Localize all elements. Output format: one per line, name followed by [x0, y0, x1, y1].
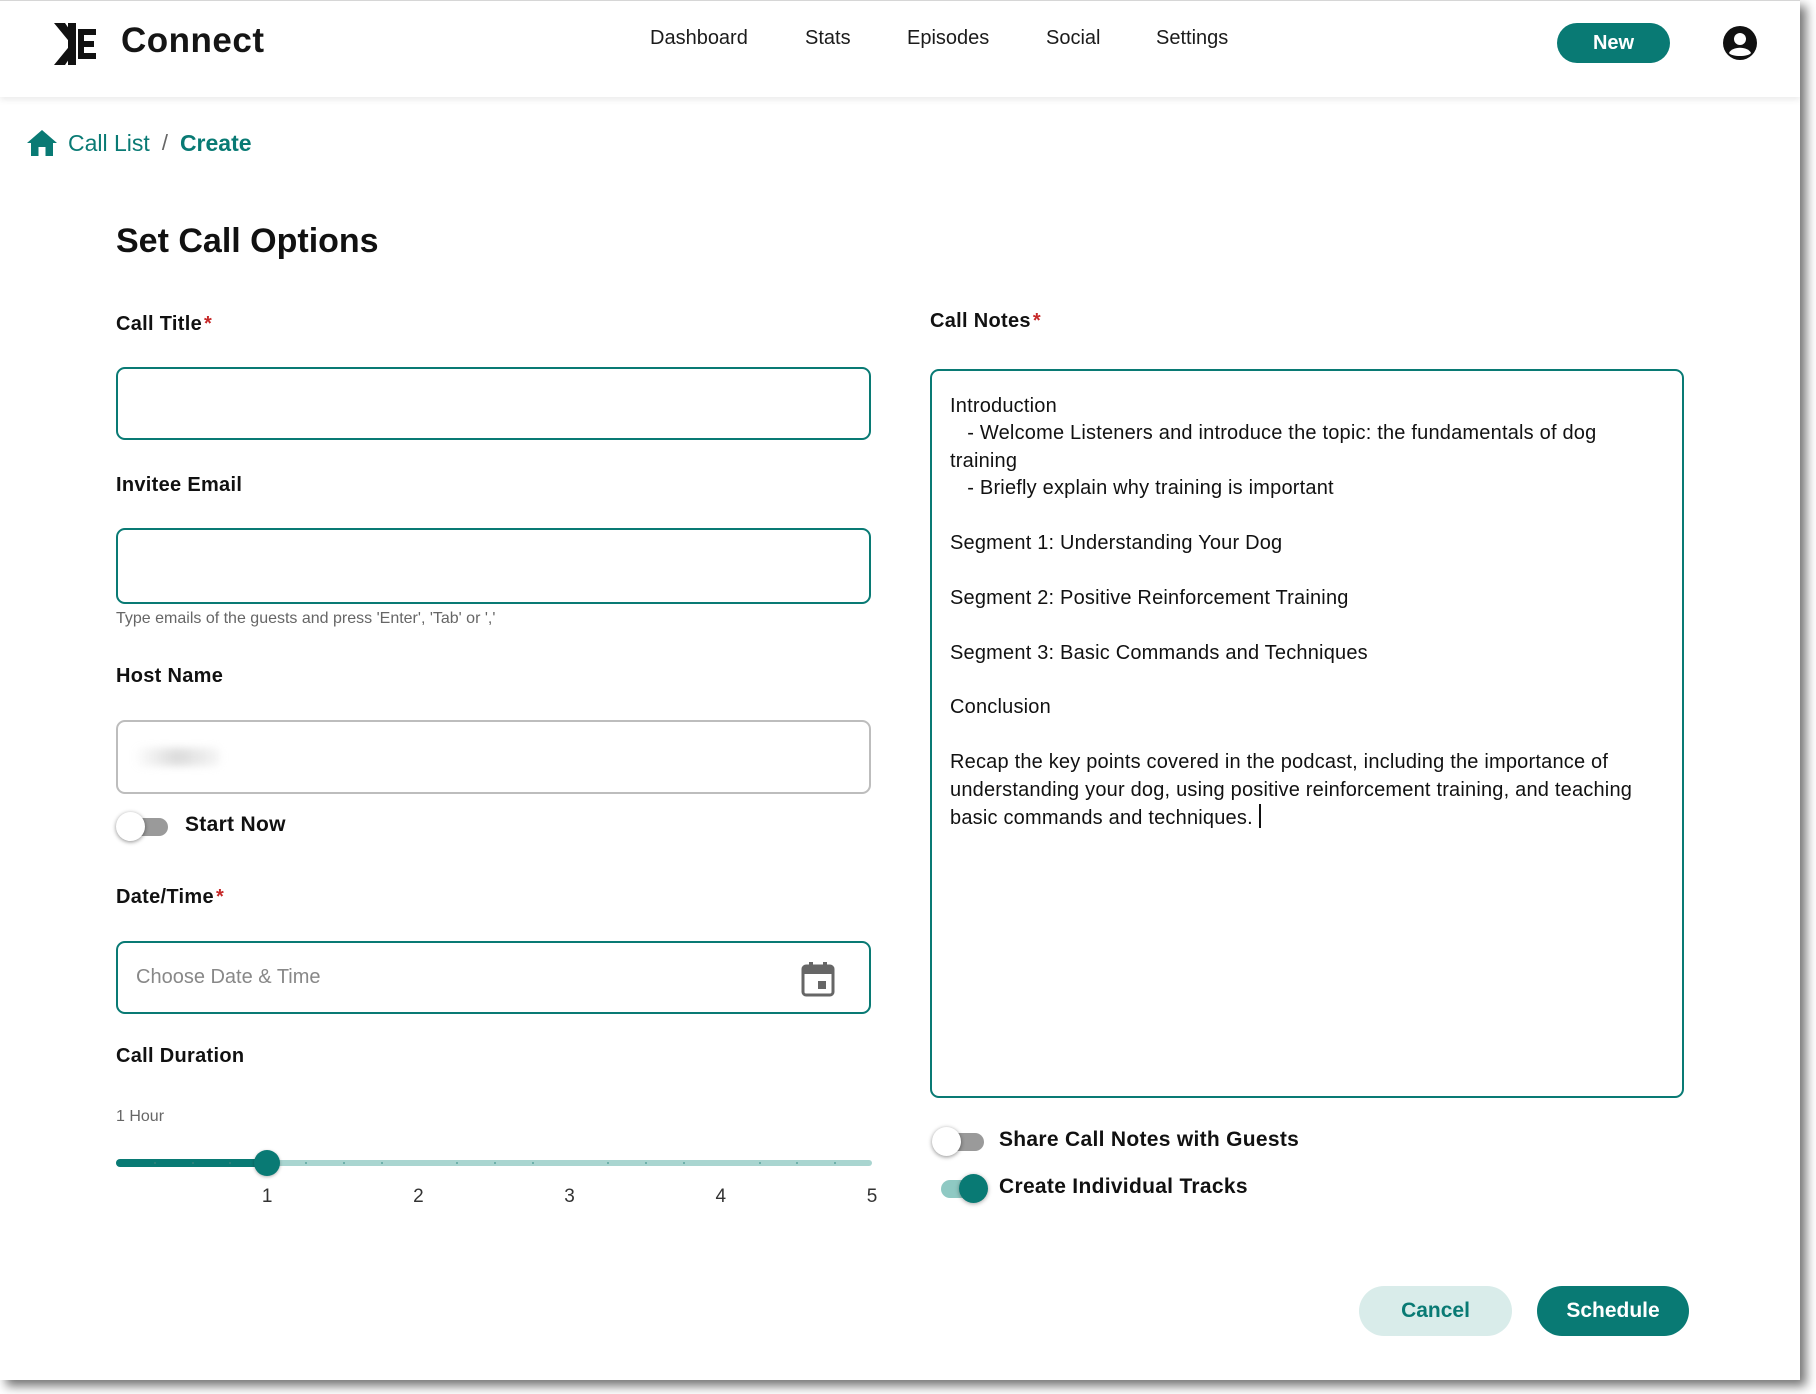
app-window: Connect Dashboard Stats Episodes Social … [0, 0, 1800, 1380]
invitee-email-input[interactable] [118, 530, 869, 602]
slider-step-dot [683, 1162, 685, 1164]
slider-tick-label: 5 [866, 1186, 878, 1207]
individual-tracks-toggle[interactable] [935, 1174, 989, 1204]
breadcrumb-call-list-link[interactable]: Call List [68, 130, 150, 157]
date-time-field[interactable] [116, 941, 871, 1014]
top-navigation-bar: Connect Dashboard Stats Episodes Social … [0, 0, 1800, 97]
toggle-knob [959, 1174, 988, 1203]
slider-tick-label: 3 [564, 1186, 575, 1207]
new-button[interactable]: New [1557, 23, 1670, 63]
required-mark: * [1032, 310, 1041, 332]
share-call-notes-label: Share Call Notes with Guests [999, 1128, 1300, 1151]
breadcrumb-current: Create [179, 129, 252, 156]
call-title-input[interactable] [118, 369, 869, 438]
text-cursor [1258, 804, 1261, 829]
call-duration-label: Call Duration [116, 1045, 245, 1067]
date-time-label-text: Date/Time [116, 886, 214, 908]
call-notes-label: Call Notes * [930, 310, 1041, 333]
page-title: Set Call Options [116, 222, 379, 260]
call-title-label: Call Title * [116, 313, 212, 336]
call-notes-label-text: Call Notes [930, 310, 1031, 332]
breadcrumb: Call List / Create [26, 125, 252, 161]
nav-settings[interactable]: Settings [1156, 27, 1228, 50]
required-mark: * [204, 313, 213, 335]
host-name-field[interactable] [116, 720, 871, 794]
slider-tick-label: 2 [413, 1186, 424, 1207]
nav-episodes[interactable]: Episodes [907, 27, 989, 50]
date-time-label: Date/Time * [116, 886, 224, 909]
slider-step-dot [796, 1162, 799, 1164]
slider-tick-label: 4 [715, 1186, 727, 1207]
call-title-field[interactable] [116, 367, 871, 440]
calendar-icon[interactable] [801, 961, 835, 997]
share-call-notes-toggle[interactable] [932, 1127, 986, 1157]
date-time-input[interactable] [118, 943, 869, 1012]
account-circle-icon[interactable] [1722, 25, 1758, 61]
slider-thumb[interactable] [254, 1150, 281, 1176]
invitee-email-field[interactable] [116, 528, 871, 604]
slider-step-dot [191, 1162, 194, 1164]
invitee-email-helper: Type emails of the guests and press 'Ent… [116, 610, 496, 627]
slider-step-dot [456, 1162, 459, 1164]
toggle-knob [116, 812, 145, 841]
nav-stats[interactable]: Stats [805, 27, 851, 50]
toggle-knob [932, 1127, 961, 1156]
required-mark: * [215, 886, 225, 908]
nav-social[interactable]: Social [1046, 27, 1100, 50]
start-now-toggle[interactable] [116, 812, 170, 842]
slider-tick-label: 1 [261, 1186, 273, 1207]
slider-step-dot [153, 1162, 156, 1164]
call-title-label-text: Call Title [116, 313, 202, 335]
connect-logo-icon[interactable] [50, 19, 100, 69]
slider-step-dot [342, 1162, 345, 1164]
home-icon[interactable] [26, 128, 58, 158]
host-name-label: Host Name [116, 665, 224, 687]
cancel-button[interactable]: Cancel [1359, 1286, 1512, 1336]
call-notes-textarea[interactable]: Introduction - Welcome Listeners and int… [930, 369, 1684, 1098]
schedule-button[interactable]: Schedule [1537, 1286, 1689, 1336]
brand-name[interactable]: Connect [121, 21, 265, 61]
nav-dashboard[interactable]: Dashboard [650, 27, 748, 50]
call-notes-text: Introduction - Welcome Listeners and int… [950, 395, 1633, 830]
call-notes-content: Introduction - Welcome Listeners and int… [950, 393, 1666, 833]
slider-step-dot [305, 1162, 307, 1164]
slider-step-dot [380, 1162, 383, 1164]
host-name-redacted-value [134, 748, 220, 766]
start-now-label: Start Now [185, 813, 286, 836]
slider-step-dot [229, 1162, 232, 1164]
call-duration-slider[interactable] [116, 1148, 872, 1178]
slider-step-dot [758, 1162, 761, 1164]
breadcrumb-separator: / [161, 130, 168, 155]
slider-step-dot [645, 1162, 648, 1164]
slider-step-dot [834, 1162, 837, 1164]
call-duration-value: 1 Hour [116, 1108, 165, 1125]
invitee-email-label: Invitee Email [116, 474, 243, 496]
individual-tracks-label: Create Individual Tracks [999, 1175, 1248, 1198]
slider-step-dot [531, 1162, 534, 1164]
slider-step-dot [607, 1162, 610, 1164]
slider-step-dot [494, 1162, 496, 1164]
